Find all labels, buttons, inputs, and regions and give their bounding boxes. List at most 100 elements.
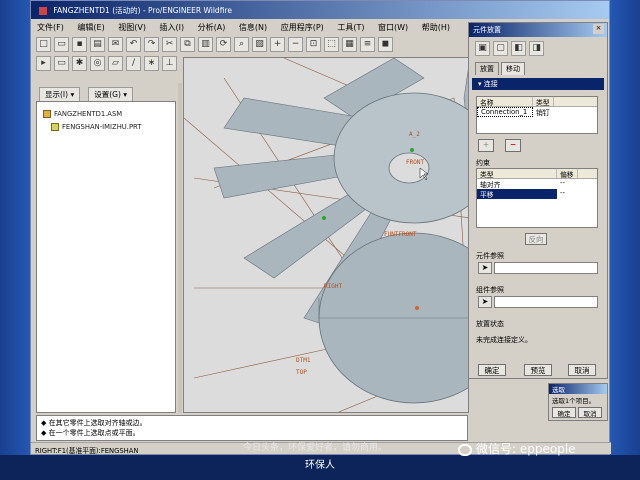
open-icon[interactable]: ▭ [54,37,69,52]
window-titlebar: FANGZHENTD1 (活动的) - Pro/ENGINEER Wildfir… [31,1,609,19]
menu-insert[interactable]: 插入(I) [160,23,185,32]
table-row[interactable]: 轴对齐 -- [477,179,597,189]
ok-button[interactable]: 确定 [478,364,506,376]
menu-window[interactable]: 窗口(W) [378,23,408,32]
save-icon[interactable]: ▪ [72,37,87,52]
copy-icon[interactable]: ⧉ [180,37,195,52]
datum-point [322,216,326,220]
find-icon[interactable]: ⌕ [234,37,249,52]
add-connection-button[interactable]: + [478,139,494,152]
paste-icon[interactable]: ▥ [198,37,213,52]
window-title: FANGZHENTD1 (活动的) - Pro/ENGINEER Wildfir… [53,6,232,15]
message-area: ◆ 在其它零件上选取对齐轴或边。 ◆ 在一个零件上选取点或平面。 [36,415,468,441]
constraint-offset: -- [560,189,565,197]
coordinate-system-icon[interactable]: ⊥ [162,56,177,71]
hub-hole [388,152,430,184]
model-graphics: A_2 FRONT FUNTFRONT RIGHT DTM1 TOP [184,58,468,412]
web-icon[interactable]: ◎ [90,56,105,71]
menu-help[interactable]: 帮助(H) [422,23,450,32]
regenerate-icon[interactable]: ⟳ [216,37,231,52]
model-tree: FANGZHENTD1.ASM FENGSHAN-IMIZHU.PRT [36,101,176,413]
select-component-ref-button[interactable]: ➤ [478,262,492,274]
zoom-in-icon[interactable]: + [270,37,285,52]
separate-window-icon[interactable]: ◧ [511,41,526,56]
assembly-window-icon[interactable]: ◨ [529,41,544,56]
tab-move[interactable]: 移动 [501,62,525,75]
display-icon[interactable]: ▢ [493,41,508,56]
connection-section-header[interactable]: ▾ 连接 [472,78,604,90]
tab-placement[interactable]: 放置 [475,62,499,75]
caption-line-1: 今日头条，环保爱好者，请勿商用。 [242,443,387,453]
datum-axis-icon[interactable]: / [126,56,141,71]
constraint-type: 轴对齐 [480,181,501,189]
tree-item-assembly[interactable]: FANGZHENTD1.ASM [43,110,122,118]
menu-applications[interactable]: 应用程序(P) [281,23,324,32]
select-cancel-button[interactable]: 取消 [578,407,602,418]
connections-header-name: 名称 [477,97,533,107]
menu-bar: 文件(F) 编辑(E) 视图(V) 插入(I) 分析(A) 信息(N) 应用程序… [31,19,469,35]
settings-dropdown[interactable]: 设置(G) ▾ [88,87,134,102]
saved-views-icon[interactable]: ▦ [342,37,357,52]
email-icon[interactable]: ✉ [108,37,123,52]
constraints-label: 约束 [476,159,490,167]
tree-item-part[interactable]: FENGSHAN-IMIZHU.PRT [51,123,141,131]
connections-header-type: 类型 [533,97,554,107]
label-front: FRONT [406,159,424,166]
assembly-reference-field[interactable] [494,296,598,308]
panel-splitter[interactable] [178,83,182,413]
close-icon[interactable]: × [593,24,604,34]
star-icon[interactable]: ✱ [72,56,87,71]
print-icon[interactable]: ▤ [90,37,105,52]
preview-button[interactable]: 预览 [524,364,552,376]
redo-icon[interactable]: ↷ [144,37,159,52]
connection-name: Connection_1 [477,107,533,117]
label-dtm1: DTM1 [296,357,311,364]
status-message-2: ◆ 在一个零件上选取点或平面。 [41,429,140,437]
zoom-out-icon[interactable]: − [288,37,303,52]
menu-edit[interactable]: 编辑(E) [77,23,104,32]
placement-status-text: 未完成连接定义。 [476,336,532,344]
menu-view[interactable]: 视图(V) [118,23,146,32]
select-popup-text: 选取1个项目。 [552,397,596,405]
menu-info[interactable]: 信息(N) [239,23,267,32]
datum-plane-icon[interactable]: ▱ [108,56,123,71]
assembly-reference-label: 组件参照 [476,286,504,294]
remove-connection-button[interactable]: − [505,139,521,152]
refit-icon[interactable]: ⊡ [306,37,321,52]
new-icon[interactable]: □ [36,37,51,52]
folder-icon[interactable]: ▭ [54,56,69,71]
reverse-button[interactable]: 反向 [525,233,547,245]
table-row[interactable]: 平移 -- [477,189,597,199]
label-top: TOP [296,369,307,376]
user-defined-icon[interactable]: ▣ [475,41,490,56]
select-ok-button[interactable]: 确定 [552,407,576,418]
label-funtfront: FUNTFRONT [384,231,417,238]
constraint-type: 平移 [477,189,557,199]
layers-icon[interactable]: ≡ [360,37,375,52]
repaint-icon[interactable]: ▧ [252,37,267,52]
cancel-button[interactable]: 取消 [568,364,596,376]
undo-icon[interactable]: ↶ [126,37,141,52]
menu-tools[interactable]: 工具(T) [337,23,364,32]
menu-analysis[interactable]: 分析(A) [198,23,226,32]
part-icon [51,123,59,131]
tree-header-buttons: 显示(I) ▾ 设置(G) ▾ [39,87,173,102]
wechat-icon [458,443,472,456]
select-popup: 选取 选取1个项目。 确定 取消 [548,383,608,421]
placement-status-label: 放置状态 [476,320,504,328]
shading-icon[interactable]: ◼ [378,37,393,52]
tree-icon[interactable]: ▸ [36,56,51,71]
show-dropdown[interactable]: 显示(I) ▾ [39,87,81,102]
menu-file[interactable]: 文件(F) [37,23,64,32]
select-assembly-ref-button[interactable]: ➤ [478,296,492,308]
datum-point-icon[interactable]: ∗ [144,56,159,71]
proe-logo-icon [39,7,47,15]
constraints-header-type: 类型 [477,169,557,179]
component-reference-field[interactable] [494,262,598,274]
reorient-icon[interactable]: ⬚ [324,37,339,52]
table-row[interactable]: Connection_1 销钉 [477,107,597,117]
graphics-viewport[interactable]: A_2 FRONT FUNTFRONT RIGHT DTM1 TOP [183,57,469,413]
cut-icon[interactable]: ✂ [162,37,177,52]
dashboard-tabs: 放置 移动 [475,62,607,75]
label-axis-a2: A_2 [409,131,420,138]
